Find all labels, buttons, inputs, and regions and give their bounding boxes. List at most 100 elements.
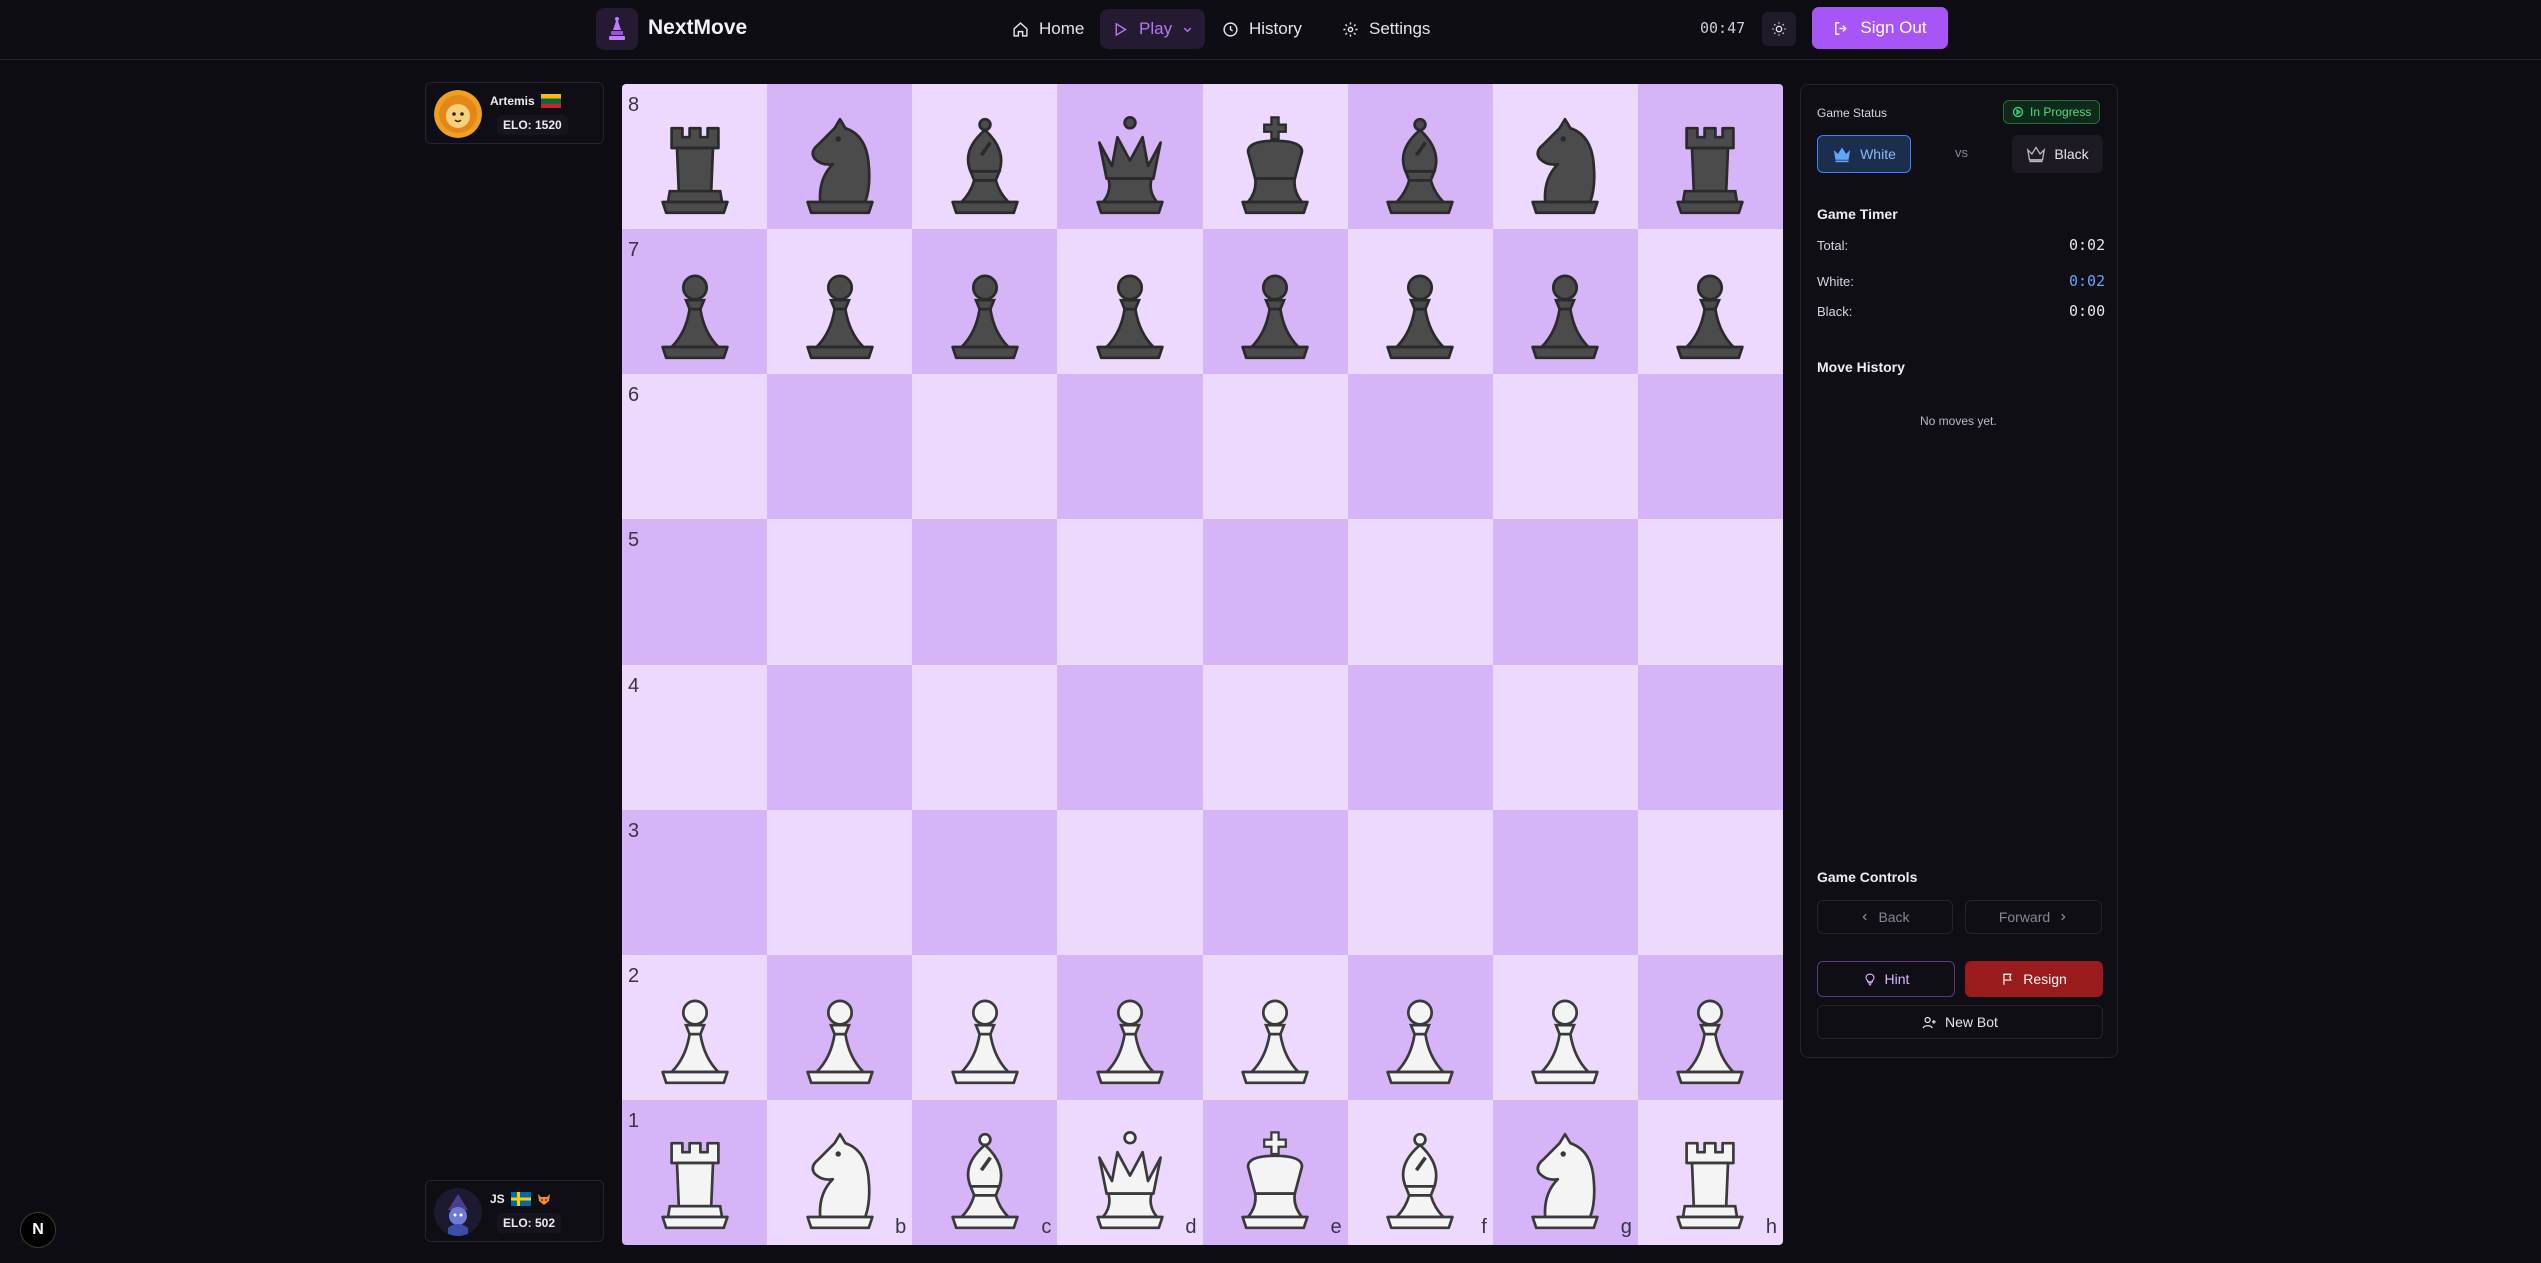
square-a2[interactable]: 2 — [622, 954, 768, 1100]
square-e6[interactable] — [1202, 374, 1348, 520]
black-king-piece[interactable] — [1230, 92, 1320, 222]
square-d5[interactable] — [1057, 519, 1203, 665]
logo-icon[interactable] — [596, 8, 638, 50]
sign-out-button[interactable]: Sign Out — [1812, 7, 1948, 49]
square-a7[interactable]: 7 — [622, 229, 768, 375]
white-knight-piece[interactable] — [795, 1107, 885, 1237]
square-f6[interactable] — [1347, 374, 1493, 520]
back-button[interactable]: Back — [1817, 900, 1953, 934]
black-pawn-piece[interactable] — [1520, 237, 1610, 367]
square-b3[interactable] — [767, 809, 913, 955]
square-c7[interactable] — [912, 229, 1058, 375]
white-pawn-piece[interactable] — [795, 962, 885, 1092]
square-f5[interactable] — [1347, 519, 1493, 665]
square-d3[interactable] — [1057, 809, 1203, 955]
square-f7[interactable] — [1347, 229, 1493, 375]
square-d8[interactable] — [1057, 84, 1203, 230]
white-pawn-piece[interactable] — [1665, 962, 1755, 1092]
white-knight-piece[interactable] — [1520, 1107, 1610, 1237]
black-bishop-piece[interactable] — [1375, 92, 1465, 222]
white-side-button[interactable]: White — [1817, 135, 1911, 173]
white-pawn-piece[interactable] — [940, 962, 1030, 1092]
black-pawn-piece[interactable] — [1085, 237, 1175, 367]
white-bishop-piece[interactable] — [1375, 1107, 1465, 1237]
resign-button[interactable]: Resign — [1965, 961, 2103, 997]
nav-history[interactable]: History — [1210, 9, 1314, 49]
white-rook-piece[interactable] — [1665, 1107, 1755, 1237]
brand-name[interactable]: NextMove — [648, 16, 747, 40]
white-pawn-piece[interactable] — [1375, 962, 1465, 1092]
square-e4[interactable] — [1202, 664, 1348, 810]
black-knight-piece[interactable] — [1520, 92, 1610, 222]
chess-board[interactable]: 8 7 6 5 4 3 2 1 b c d e f g h — [622, 84, 1783, 1245]
square-a5[interactable]: 5 — [622, 519, 768, 665]
square-c2[interactable] — [912, 954, 1058, 1100]
square-g6[interactable] — [1492, 374, 1638, 520]
square-h8[interactable] — [1637, 84, 1783, 230]
square-g5[interactable] — [1492, 519, 1638, 665]
white-rook-piece[interactable] — [650, 1107, 740, 1237]
black-pawn-piece[interactable] — [940, 237, 1030, 367]
square-a3[interactable]: 3 — [622, 809, 768, 955]
nav-settings[interactable]: Settings — [1330, 9, 1442, 49]
square-f8[interactable] — [1347, 84, 1493, 230]
square-h1[interactable]: h — [1637, 1099, 1783, 1245]
square-d7[interactable] — [1057, 229, 1203, 375]
black-knight-piece[interactable] — [795, 92, 885, 222]
square-e7[interactable] — [1202, 229, 1348, 375]
square-c3[interactable] — [912, 809, 1058, 955]
white-bishop-piece[interactable] — [940, 1107, 1030, 1237]
square-f3[interactable] — [1347, 809, 1493, 955]
square-h2[interactable] — [1637, 954, 1783, 1100]
square-h5[interactable] — [1637, 519, 1783, 665]
square-g3[interactable] — [1492, 809, 1638, 955]
white-pawn-piece[interactable] — [1085, 962, 1175, 1092]
square-e3[interactable] — [1202, 809, 1348, 955]
black-bishop-piece[interactable] — [940, 92, 1030, 222]
black-rook-piece[interactable] — [650, 92, 740, 222]
new-bot-button[interactable]: New Bot — [1817, 1005, 2103, 1039]
square-e2[interactable] — [1202, 954, 1348, 1100]
nav-play[interactable]: Play — [1100, 9, 1206, 49]
square-a6[interactable]: 6 — [622, 374, 768, 520]
black-pawn-piece[interactable] — [1665, 237, 1755, 367]
square-c8[interactable] — [912, 84, 1058, 230]
square-b6[interactable] — [767, 374, 913, 520]
black-pawn-piece[interactable] — [650, 237, 740, 367]
square-b2[interactable] — [767, 954, 913, 1100]
square-f4[interactable] — [1347, 664, 1493, 810]
square-a1[interactable]: 1 — [622, 1099, 768, 1245]
black-pawn-piece[interactable] — [795, 237, 885, 367]
square-b5[interactable] — [767, 519, 913, 665]
black-pawn-piece[interactable] — [1230, 237, 1320, 367]
square-g8[interactable] — [1492, 84, 1638, 230]
square-g4[interactable] — [1492, 664, 1638, 810]
square-g7[interactable] — [1492, 229, 1638, 375]
move-history-list[interactable] — [1817, 384, 2101, 824]
square-e5[interactable] — [1202, 519, 1348, 665]
square-e1[interactable]: e — [1202, 1099, 1348, 1245]
square-h4[interactable] — [1637, 664, 1783, 810]
square-d4[interactable] — [1057, 664, 1203, 810]
square-e8[interactable] — [1202, 84, 1348, 230]
white-pawn-piece[interactable] — [650, 962, 740, 1092]
square-c4[interactable] — [912, 664, 1058, 810]
black-side-button[interactable]: Black — [2012, 135, 2103, 173]
square-a4[interactable]: 4 — [622, 664, 768, 810]
square-f2[interactable] — [1347, 954, 1493, 1100]
white-king-piece[interactable] — [1230, 1107, 1320, 1237]
square-h3[interactable] — [1637, 809, 1783, 955]
square-d6[interactable] — [1057, 374, 1203, 520]
forward-button[interactable]: Forward — [1965, 900, 2102, 934]
square-a8[interactable]: 8 — [622, 84, 768, 230]
white-pawn-piece[interactable] — [1230, 962, 1320, 1092]
square-b7[interactable] — [767, 229, 913, 375]
dev-tools-badge[interactable]: N — [20, 1212, 56, 1248]
black-rook-piece[interactable] — [1665, 92, 1755, 222]
theme-toggle-button[interactable] — [1762, 12, 1796, 46]
square-b4[interactable] — [767, 664, 913, 810]
black-queen-piece[interactable] — [1085, 92, 1175, 222]
square-d2[interactable] — [1057, 954, 1203, 1100]
square-c1[interactable]: c — [912, 1099, 1058, 1245]
square-c5[interactable] — [912, 519, 1058, 665]
